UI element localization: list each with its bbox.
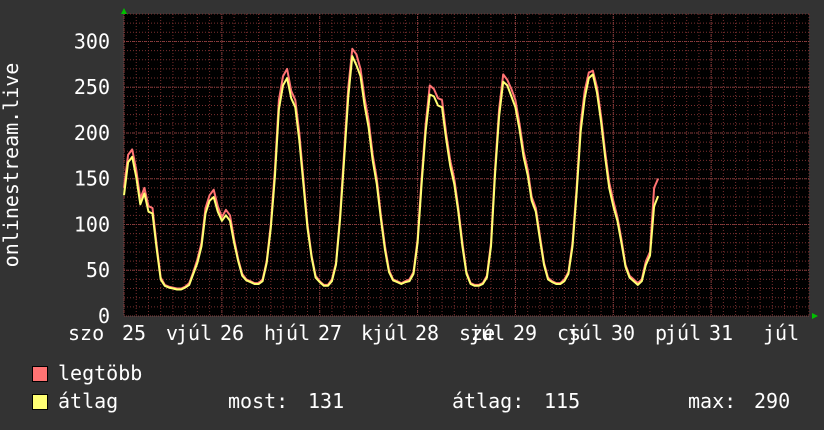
legend-label-avg: átlag — [58, 389, 119, 413]
stat-avg-label: átlag: — [452, 389, 525, 413]
legend-label-max: legtöbb — [58, 361, 143, 385]
stat-most-label: most: — [228, 389, 289, 413]
stat-most-value: 131 — [308, 389, 345, 413]
stat-avg-value: 115 — [544, 389, 581, 413]
stat-max-label: max: — [688, 389, 737, 413]
stat-max-value: 290 — [754, 389, 791, 413]
legend: legtöbb átlag most: 131 átlag: 115 max: … — [0, 0, 824, 430]
legend-swatch-max — [32, 366, 48, 382]
legend-swatch-avg — [32, 394, 48, 410]
